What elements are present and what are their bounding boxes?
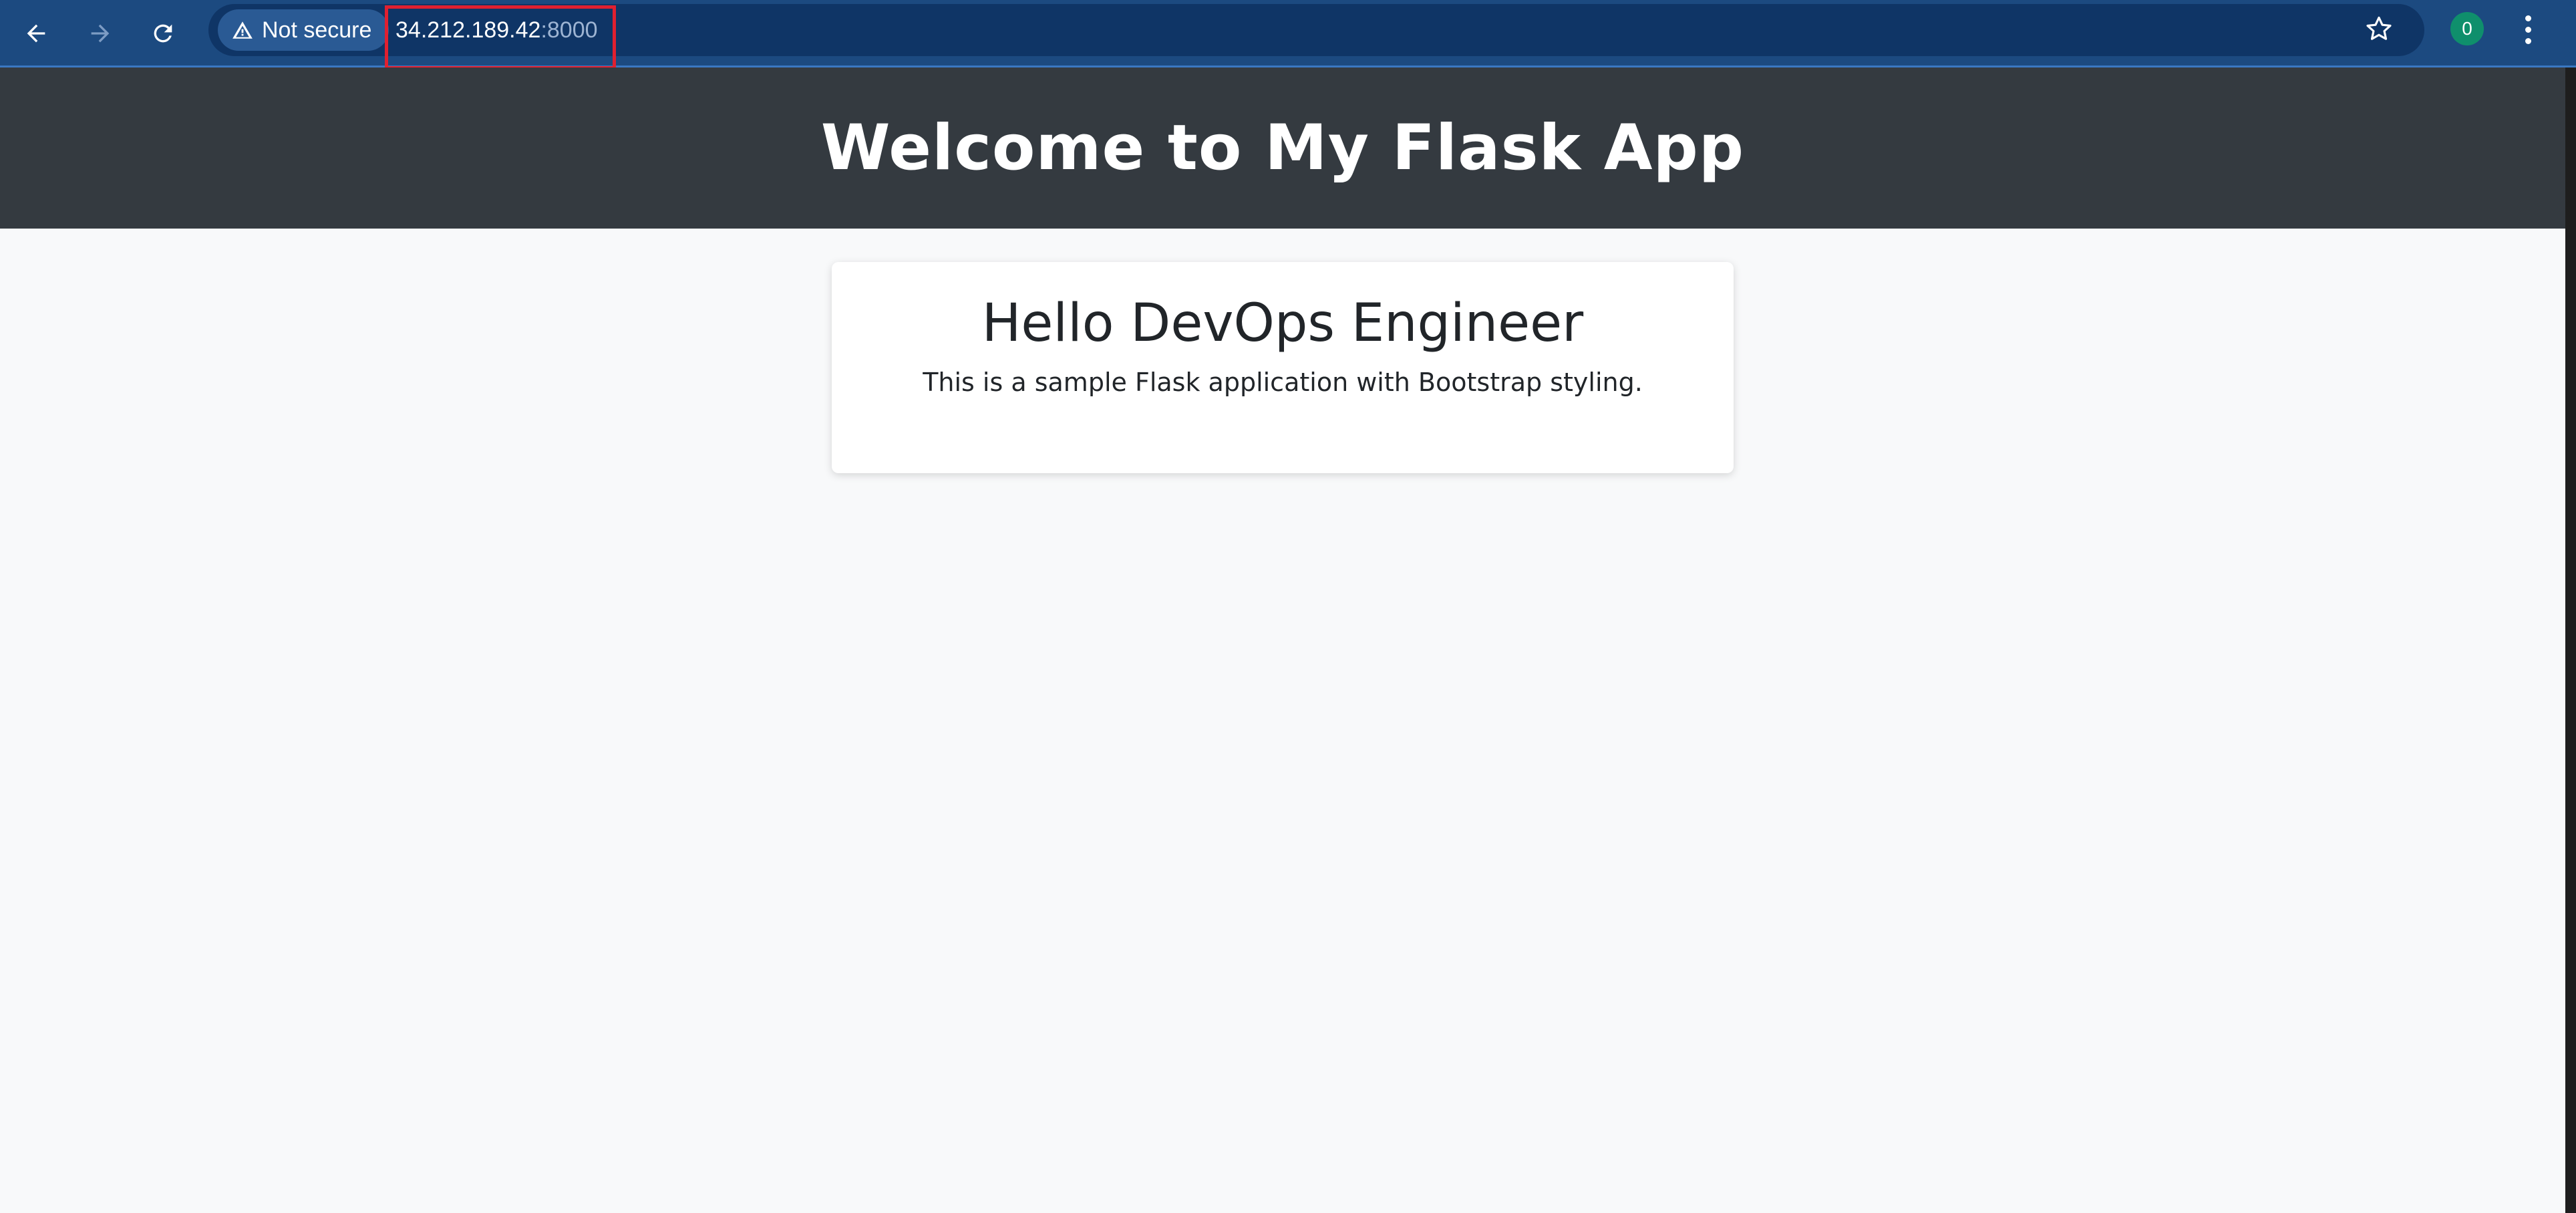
arrow-left-icon (27, 24, 45, 43)
page-title: Welcome to My Flask App (820, 112, 1745, 184)
browser-toolbar: Not secure 34.212.189.42:8000 0 (0, 0, 2576, 70)
window-edge (2565, 68, 2576, 1213)
security-label: Not secure (262, 17, 372, 43)
profile-avatar[interactable]: 0 (2450, 12, 2484, 45)
page-content: Hello DevOps Engineer This is a sample F… (0, 229, 2565, 1213)
bookmark-button[interactable] (2358, 8, 2400, 49)
forward-button[interactable] (76, 9, 124, 57)
url-highlight-box (385, 5, 616, 70)
card-title: Hello DevOps Engineer (981, 293, 1584, 354)
security-indicator[interactable]: Not secure (218, 9, 389, 51)
welcome-card: Hello DevOps Engineer This is a sample F… (832, 262, 1734, 473)
star-icon (2366, 16, 2392, 40)
back-button[interactable] (12, 9, 60, 57)
arrow-right-icon (91, 24, 110, 43)
card-text: This is a sample Flask application with … (923, 367, 1643, 397)
reload-button[interactable] (139, 9, 187, 57)
site-header: Welcome to My Flask App (0, 68, 2565, 229)
reload-icon (154, 24, 172, 43)
kebab-menu-icon[interactable] (2515, 9, 2541, 49)
warning-triangle-icon (232, 21, 253, 39)
